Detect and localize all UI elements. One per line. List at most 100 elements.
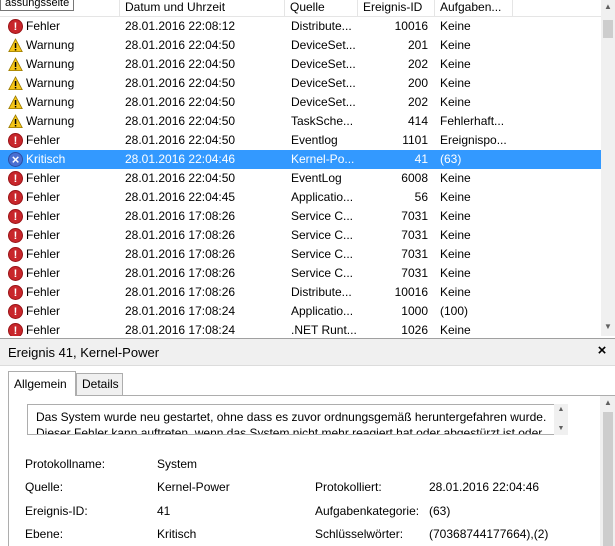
cell-event-id: 1026 — [401, 323, 428, 336]
cell-source: Service C... — [291, 228, 354, 242]
cell-date: 28.01.2016 22:04:50 — [125, 95, 236, 109]
table-row[interactable]: Fehler 28.01.2016 22:04:50 EventLog 6008 Kei… — [0, 169, 601, 188]
column-header-date[interactable]: Datum und Uhrzeit — [120, 0, 285, 17]
cell-level: Fehler — [8, 131, 120, 150]
label-aufgabenkategorie: Aufgabenkategorie: — [315, 504, 420, 518]
error-icon — [8, 322, 23, 336]
level-text: Warnung — [26, 76, 75, 90]
value-quelle: Kernel-Power — [157, 480, 230, 494]
table-row[interactable]: Fehler 28.01.2016 17:08:26 Service C... 703… — [0, 226, 601, 245]
label-ebene: Ebene: — [25, 527, 64, 541]
table-row[interactable]: Fehler 28.01.2016 17:08:26 Service C... 703… — [0, 245, 601, 264]
cell-source: Distribute... — [291, 285, 352, 299]
description-scrollbar[interactable]: ▲ ▼ — [554, 404, 568, 435]
cell-source: Kernel-Po... — [291, 152, 355, 166]
event-description[interactable]: Das System wurde neu gestartet, ohne das… — [27, 404, 564, 435]
error-icon — [8, 227, 23, 245]
cell-date: 28.01.2016 17:08:24 — [125, 304, 236, 318]
scroll-up-icon[interactable]: ▲ — [600, 396, 615, 410]
warning-icon — [8, 38, 23, 53]
cell-event-id: 201 — [407, 38, 428, 52]
label-ereignis-id: Ereignis-ID: — [25, 504, 88, 518]
cell-level: Fehler — [8, 169, 120, 188]
error-icon — [8, 170, 23, 188]
cell-level: Fehler — [8, 207, 120, 226]
cell-date: 28.01.2016 17:08:26 — [125, 285, 236, 299]
cell-task: Keine — [440, 266, 471, 280]
table-row[interactable]: Fehler 28.01.2016 17:08:24 Applicatio... 10… — [0, 302, 601, 321]
level-text: Fehler — [26, 171, 61, 185]
detail-scrollbar[interactable]: ▲ — [600, 396, 615, 546]
table-row[interactable]: Warnung 28.01.2016 22:04:50 TaskSche... 414… — [0, 112, 601, 131]
tab-allgemein[interactable]: Allgemein — [8, 371, 76, 396]
level-text: Fehler — [26, 323, 61, 336]
cell-level: Fehler — [8, 264, 120, 283]
table-row[interactable]: Fehler 28.01.2016 22:08:12 Distribute... 10… — [0, 17, 601, 36]
scroll-down-icon[interactable]: ▼ — [601, 320, 615, 334]
value-protokollname: System — [157, 457, 198, 471]
level-text: Kritisch — [26, 152, 66, 166]
cell-level: Fehler — [8, 188, 120, 207]
table-row[interactable]: Kritisch 28.01.2016 22:04:46 Kernel-Po... 4… — [0, 150, 601, 169]
cell-event-id: 7031 — [401, 247, 428, 261]
scroll-up-icon[interactable]: ▲ — [554, 404, 568, 416]
table-row[interactable]: Warnung 28.01.2016 22:04:50 DeviceSet... 20… — [0, 55, 601, 74]
table-row[interactable]: Warnung 28.01.2016 22:04:50 DeviceSet... 20… — [0, 36, 601, 55]
error-icon — [8, 265, 23, 283]
table-row[interactable]: Fehler 28.01.2016 22:04:50 Eventlog 1101 Ere… — [0, 131, 601, 150]
column-header-event-id[interactable]: Ereignis-ID — [358, 0, 435, 17]
cell-event-id: 414 — [407, 114, 428, 128]
scrollbar-thumb[interactable] — [603, 412, 613, 546]
level-text: Warnung — [26, 57, 75, 71]
cell-date: 28.01.2016 22:04:50 — [125, 171, 236, 185]
close-icon[interactable]: × — [595, 343, 609, 358]
cell-date: 28.01.2016 22:04:50 — [125, 38, 236, 52]
warning-icon — [8, 114, 23, 129]
scroll-up-icon[interactable]: ▲ — [601, 0, 615, 14]
cell-task: Keine — [440, 171, 471, 185]
cell-source: Applicatio... — [291, 304, 354, 318]
cell-level: Kritisch — [8, 150, 120, 169]
column-header-source[interactable]: Quelle — [285, 0, 358, 17]
cell-task: Keine — [440, 209, 471, 223]
cell-task: Keine — [440, 323, 471, 336]
column-header-task[interactable]: Aufgaben... — [435, 0, 513, 17]
cell-source: Service C... — [291, 209, 354, 223]
event-list[interactable]: Datum und Uhrzeit Quelle Ereignis-ID Auf… — [0, 0, 615, 336]
table-row[interactable]: Fehler 28.01.2016 17:08:26 Distribute... 10… — [0, 283, 601, 302]
table-row[interactable]: Fehler 28.01.2016 17:08:24 .NET Runt... 102… — [0, 321, 601, 336]
cell-source: Service C... — [291, 266, 354, 280]
table-row[interactable]: Warnung 28.01.2016 22:04:50 DeviceSet... 20… — [0, 93, 601, 112]
list-scrollbar[interactable]: ▲ ▼ — [601, 0, 615, 336]
cell-event-id: 202 — [407, 57, 428, 71]
cell-date: 28.01.2016 17:08:26 — [125, 209, 236, 223]
detail-title: Ereignis 41, Kernel-Power × — [0, 339, 615, 366]
error-icon — [8, 132, 23, 150]
warning-icon — [8, 95, 23, 110]
table-row[interactable]: Fehler 28.01.2016 17:08:26 Service C... 703… — [0, 207, 601, 226]
cell-task: Keine — [440, 95, 471, 109]
cell-level: Warnung — [8, 93, 120, 112]
cell-level: Warnung — [8, 112, 120, 131]
cell-event-id: 1000 — [401, 304, 428, 318]
cell-date: 28.01.2016 17:08:26 — [125, 247, 236, 261]
cell-date: 28.01.2016 17:08:26 — [125, 266, 236, 280]
list-header: Datum und Uhrzeit Quelle Ereignis-ID Auf… — [0, 0, 601, 17]
cell-date: 28.01.2016 22:04:50 — [125, 57, 236, 71]
cell-source: EventLog — [291, 171, 342, 185]
level-text: Warnung — [26, 114, 75, 128]
cell-date: 28.01.2016 22:04:50 — [125, 114, 236, 128]
level-text: Fehler — [26, 285, 61, 299]
cell-event-id: 7031 — [401, 228, 428, 242]
cell-date: 28.01.2016 22:04:50 — [125, 76, 236, 90]
cell-event-id: 1101 — [402, 133, 428, 147]
scroll-down-icon[interactable]: ▼ — [554, 423, 568, 435]
scrollbar-thumb[interactable] — [603, 20, 613, 38]
cell-task: Keine — [440, 190, 471, 204]
tab-details[interactable]: Details — [76, 373, 123, 395]
table-row[interactable]: Warnung 28.01.2016 22:04:50 DeviceSet... 20… — [0, 74, 601, 93]
cell-source: Distribute... — [291, 19, 352, 33]
table-row[interactable]: Fehler 28.01.2016 22:04:45 Applicatio... 56… — [0, 188, 601, 207]
table-row[interactable]: Fehler 28.01.2016 17:08:26 Service C... 703… — [0, 264, 601, 283]
critical-icon — [8, 150, 23, 169]
